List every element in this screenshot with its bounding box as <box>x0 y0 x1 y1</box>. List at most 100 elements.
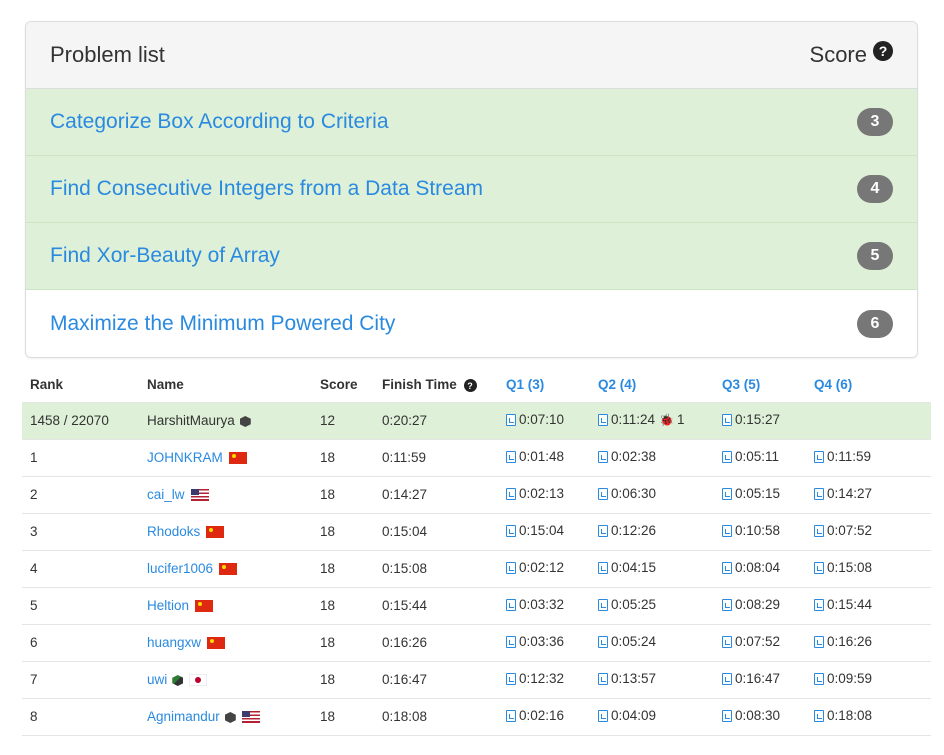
code-file-icon <box>598 635 608 648</box>
q3-time-cell[interactable]: 0:08:04 <box>714 549 806 587</box>
q3-time-cell[interactable]: 0:08:29 <box>714 586 806 624</box>
q2-time-cell[interactable]: 0:04:09 <box>590 697 714 736</box>
q4-time: 0:15:44 <box>827 597 873 613</box>
q4-time: 0:07:52 <box>827 523 873 539</box>
finish-time-cell: 0:11:59 <box>374 438 498 476</box>
problem-row: Find Consecutive Integers from a Data St… <box>26 156 917 223</box>
q1-time-cell[interactable]: 0:03:32 <box>498 586 590 624</box>
q1-time-cell[interactable]: 0:03:36 <box>498 623 590 661</box>
q4-time: 0:14:27 <box>827 486 873 502</box>
q1-time-cell[interactable]: 0:02:13 <box>498 475 590 513</box>
q3-time-cell[interactable]: 0:08:30 <box>714 697 806 736</box>
q1-header[interactable]: Q1 (3) <box>498 368 590 402</box>
q2-time-cell[interactable]: 0:13:57 <box>590 660 714 698</box>
wrong-attempts: 1 <box>677 412 685 428</box>
rank-cell: 3 <box>22 512 139 550</box>
q2-time: 0:02:38 <box>611 449 657 465</box>
finish-time-cell: 0:14:27 <box>374 475 498 513</box>
china-flag-icon <box>206 526 225 539</box>
japan-flag-icon <box>189 674 208 687</box>
q3-time-cell[interactable]: 0:05:11 <box>714 438 806 476</box>
q4-time-cell[interactable]: 0:11:59 <box>806 438 931 476</box>
code-file-icon <box>814 598 824 611</box>
q2-time-cell[interactable]: 0:02:38 <box>590 438 714 476</box>
q4-time-cell[interactable]: 0:14:27 <box>806 475 931 513</box>
q2-time-cell[interactable]: 0:12:26 <box>590 512 714 550</box>
problem-link-3[interactable]: Find Xor-Beauty of Array <box>50 244 280 268</box>
q1-time: 0:01:48 <box>519 449 565 465</box>
rank-cell: 6 <box>22 623 139 661</box>
q2-time: 0:13:57 <box>611 671 657 687</box>
ranking-table: Rank Name Score Finish Time ? Q1 (3) Q2 … <box>22 368 931 736</box>
q4-time-cell[interactable]: 0:15:44 <box>806 586 931 624</box>
q2-time-cell[interactable]: 0:06:30 <box>590 475 714 513</box>
problem-link-1[interactable]: Categorize Box According to Criteria <box>50 110 389 134</box>
q3-time: 0:15:27 <box>735 412 781 428</box>
q1-time-cell[interactable]: 0:12:32 <box>498 660 590 698</box>
q3-time-cell[interactable]: 0:05:15 <box>714 475 806 513</box>
q3-time: 0:08:30 <box>735 708 781 724</box>
rank-cell: 5 <box>22 586 139 624</box>
q2-time-cell[interactable]: 0:11:24 🐞 1 <box>590 401 714 440</box>
q4-header[interactable]: Q4 (6) <box>806 368 931 402</box>
q2-time-cell[interactable]: 0:04:15 <box>590 549 714 587</box>
rank-cell: 7 <box>22 660 139 698</box>
q3-time: 0:05:15 <box>735 486 781 502</box>
hexagon-badge-icon <box>224 711 236 723</box>
user-link[interactable]: Agnimandur <box>147 709 220 724</box>
finish-time-label: Finish Time <box>382 377 457 393</box>
score-column-header: Score <box>320 377 358 393</box>
q1-time-cell[interactable]: 0:02:16 <box>498 697 590 736</box>
score-cell: 18 <box>312 623 374 661</box>
user-link[interactable]: Heltion <box>147 598 189 613</box>
code-file-icon <box>506 561 516 574</box>
user-link[interactable]: lucifer1006 <box>147 561 213 576</box>
problem-list-title: Problem list <box>50 42 165 67</box>
user-link[interactable]: cai_lw <box>147 487 185 502</box>
q3-header[interactable]: Q3 (5) <box>714 368 806 402</box>
code-file-icon <box>506 487 516 500</box>
q4-time: 0:16:26 <box>827 634 873 650</box>
user-link[interactable]: JOHNKRAM <box>147 450 223 465</box>
user-link[interactable]: uwi <box>147 672 167 687</box>
code-file-icon <box>506 635 516 648</box>
problem-list-header: Problem list Score ? <box>26 22 917 89</box>
table-row: 4 lucifer1006 18 0:15:08 0:02:12 0:04:15 0:08:… <box>22 549 931 587</box>
q2-time-cell[interactable]: 0:05:24 <box>590 623 714 661</box>
q3-time-cell[interactable]: 0:16:47 <box>714 660 806 698</box>
finish-time-cell: 0:15:04 <box>374 512 498 550</box>
code-file-icon <box>598 561 608 574</box>
question-circle-icon[interactable]: ? <box>873 41 893 61</box>
name-cell: HarshitMaurya <box>139 401 312 440</box>
q4-time-cell[interactable]: 0:15:08 <box>806 549 931 587</box>
q4-time-cell[interactable]: 0:09:59 <box>806 660 931 698</box>
problem-link-2[interactable]: Find Consecutive Integers from a Data St… <box>50 177 483 201</box>
q4-time-cell[interactable]: 0:16:26 <box>806 623 931 661</box>
q3-time-cell[interactable]: 0:07:52 <box>714 623 806 661</box>
code-file-icon <box>506 450 516 463</box>
q1-time-cell[interactable]: 0:15:04 <box>498 512 590 550</box>
q1-time-cell[interactable]: 0:02:12 <box>498 549 590 587</box>
code-file-icon <box>722 598 732 611</box>
user-link[interactable]: huangxw <box>147 635 201 650</box>
q2-time-cell[interactable]: 0:05:25 <box>590 586 714 624</box>
q4-time-cell[interactable]: 0:18:08 <box>806 697 931 736</box>
problem-list-panel: Problem list Score ? Categorize Box Acco… <box>25 21 918 358</box>
rank-cell: 8 <box>22 697 139 736</box>
user-link[interactable]: Rhodoks <box>147 524 200 539</box>
q1-time: 0:02:12 <box>519 560 565 576</box>
problem-link-4[interactable]: Maximize the Minimum Powered City <box>50 312 395 336</box>
q1-time-cell[interactable]: 0:01:48 <box>498 438 590 476</box>
q1-time-cell[interactable]: 0:07:10 <box>498 401 590 440</box>
score-cell: 18 <box>312 438 374 476</box>
q2-header[interactable]: Q2 (4) <box>590 368 714 402</box>
q4-time-cell[interactable]: 0:07:52 <box>806 512 931 550</box>
code-file-icon <box>722 487 732 500</box>
q3-time-cell[interactable]: 0:15:27 <box>714 401 806 440</box>
rank-cell: 1458 / 22070 <box>22 401 139 440</box>
table-row: 1 JOHNKRAM 18 0:11:59 0:01:48 0:02:38 0:05:11 0… <box>22 438 931 476</box>
china-flag-icon <box>228 452 247 465</box>
code-file-icon <box>506 672 516 685</box>
q3-time-cell[interactable]: 0:10:58 <box>714 512 806 550</box>
question-circle-icon[interactable]: ? <box>463 379 477 393</box>
